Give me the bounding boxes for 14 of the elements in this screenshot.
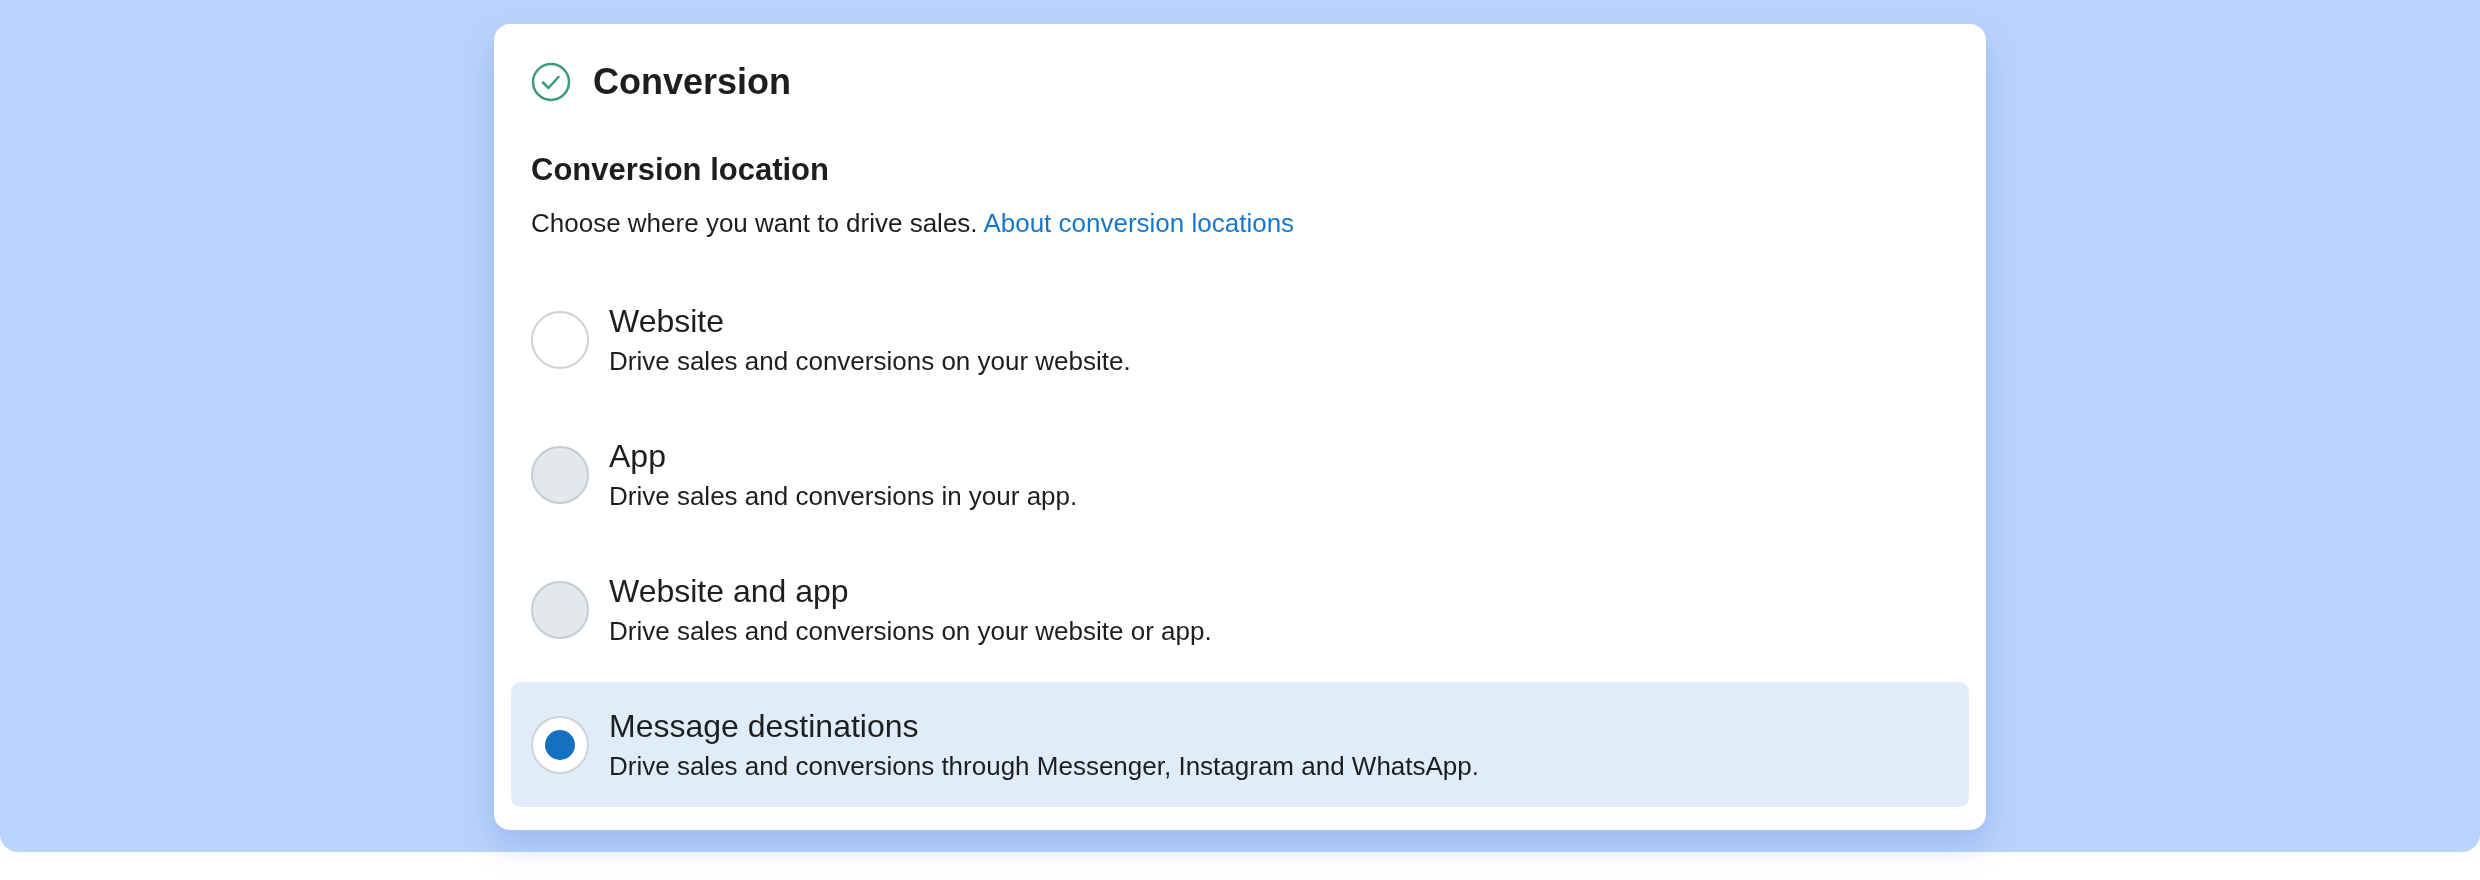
option-description: Drive sales and conversions in your app.	[609, 480, 1078, 512]
description-text: Choose where you want to drive sales. About conversion locations	[531, 208, 1296, 239]
option-description: Drive sales and conversions on your website.	[609, 345, 1131, 377]
section-heading: Conversion location	[531, 152, 830, 188]
about-link[interactable]: About conversion locations	[983, 208, 1295, 238]
section-title: Conversion	[593, 61, 792, 103]
radio-option[interactable]: Message destinations Drive sales and conversions through Messenger, Instagram and WhatsApp.	[511, 682, 1969, 807]
option-label: Website	[609, 302, 725, 340]
option-label: Message destinations	[609, 707, 920, 745]
option-description: Drive sales and conversions through Messenger, Instagram and WhatsApp.	[609, 750, 1479, 782]
option-label: Website and app	[609, 572, 850, 610]
option-label: App	[609, 437, 667, 475]
option-description: Drive sales and conversions on your website or app.	[609, 615, 1212, 647]
radio-option[interactable]: Website Drive sales and conversions on your website.	[511, 277, 1969, 402]
